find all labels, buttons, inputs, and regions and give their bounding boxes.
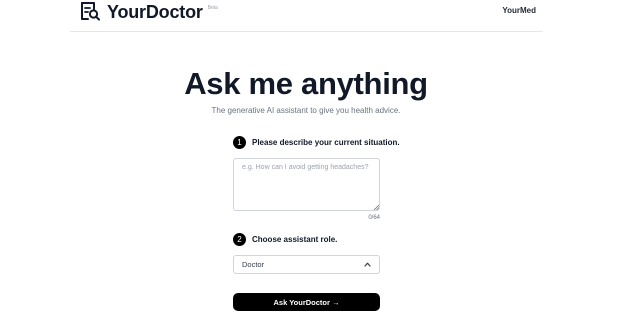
- page-subtitle: The generative AI assistant to give you …: [211, 106, 401, 115]
- character-counter: 0/64: [368, 215, 380, 221]
- brand-logo-link[interactable]: YourDoctor Beta: [79, 1, 218, 23]
- step-2-header: 2 Choose assistant role.: [233, 233, 337, 246]
- brand-name: YourDoctor: [107, 2, 203, 22]
- yourmed-link[interactable]: YourMed: [502, 6, 536, 15]
- assistant-role-select[interactable]: Doctor: [233, 255, 380, 274]
- resize-handle-icon[interactable]: [373, 204, 379, 210]
- step-2-label: Choose assistant role.: [252, 235, 338, 244]
- page-title: Ask me anything: [184, 66, 428, 101]
- assistant-role-value: Doctor: [242, 260, 265, 269]
- top-header: YourDoctor Beta YourMed: [70, 0, 543, 32]
- search-document-icon: [81, 2, 100, 21]
- beta-badge: Beta: [207, 5, 218, 11]
- step-1-number-badge: 1: [233, 136, 246, 149]
- page: YourDoctor Beta YourMed Ask me anything …: [0, 0, 640, 334]
- step-1-header: 1 Please describe your current situation…: [233, 136, 400, 149]
- step-1-label: Please describe your current situation.: [252, 138, 400, 147]
- step-2-number-badge: 2: [233, 233, 246, 246]
- ask-yourdoctor-button[interactable]: Ask YourDoctor →: [233, 293, 380, 311]
- chevron-up-icon: [364, 262, 371, 267]
- situation-input[interactable]: [233, 158, 380, 211]
